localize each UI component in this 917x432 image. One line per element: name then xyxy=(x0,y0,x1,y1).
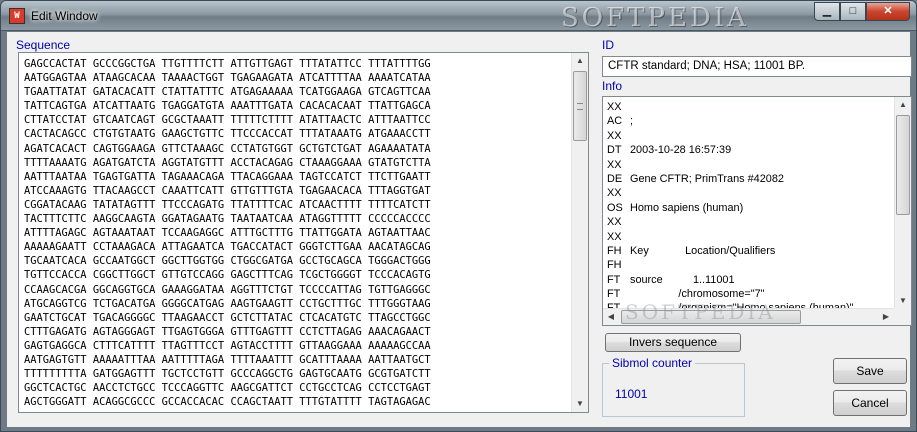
sequence-line: ATGCAGGTCG TCTGACATGA GGGGCATGAG AAGTGAA… xyxy=(24,297,431,310)
info-value: Gene CFTR; PrimTrans #42082 xyxy=(630,172,784,185)
info-value: Key Location/Qualifiers xyxy=(630,244,776,257)
id-field[interactable]: CFTR standard; DNA; HSA; 11001 BP. xyxy=(602,56,912,77)
info-value: Homo sapiens (human) xyxy=(630,201,744,214)
invert-sequence-button[interactable]: Invers sequence xyxy=(605,333,741,352)
info-value: source 1..11001 xyxy=(630,273,735,286)
info-row: XX xyxy=(603,230,893,244)
info-code: XX xyxy=(607,101,622,113)
sequence-line: ATCCAAAGTG TTACAAGCCT CAAATTCATT GTTGTTT… xyxy=(24,184,431,197)
info-code: XX xyxy=(607,230,622,243)
watermark-overlay: SOFTPEDIA xyxy=(625,300,776,324)
scroll-thumb[interactable] xyxy=(896,115,910,215)
sequence-line: TGCAATCACA GCCAATGGCT GGCTTGGTGG CTGGCGA… xyxy=(24,255,431,268)
sequence-line: AATTTAATAA TGAGTGATTA TAGAAACAGA TTACAGG… xyxy=(24,170,431,183)
info-value: ; xyxy=(630,115,634,128)
info-code: DT xyxy=(607,144,622,157)
info-code: FH xyxy=(607,244,622,257)
scroll-corner xyxy=(894,308,911,325)
scroll-down-icon[interactable]: ▼ xyxy=(572,396,588,412)
info-code: FT xyxy=(607,273,621,286)
sequence-label: Sequence xyxy=(16,38,71,52)
save-button[interactable]: Save xyxy=(833,358,907,384)
sequence-line: CACTACAGCC CTGTGTAATG GAAGCTGTTC TTCCCAC… xyxy=(24,128,431,141)
sequence-line: CGGATACAAG TATATAGTTT TTCCCAGATG TTATTTT… xyxy=(24,198,431,211)
watermark: SOFTPEDIA xyxy=(561,3,749,33)
info-code: AC xyxy=(607,115,623,128)
close-icon[interactable]: ✕ xyxy=(866,2,910,21)
sequence-line: TTTTTTTTTA GATGGAGTTT TGCTCCTGTT GCCCAGG… xyxy=(24,368,431,381)
sequence-line: TACTTTCTTC AAGGCAAGTA GGATAGAATG TAATAAT… xyxy=(24,213,431,226)
sequence-line: GGCTCACTGC AACCTCTGCC TCCCAGGTTC AAGCGAT… xyxy=(24,382,431,395)
sequence-line: GAATCTGCAT TGACAGGGGC TTAAGAACCT GCTCTTA… xyxy=(24,311,431,324)
sequence-line: TGAATTATAT GATACACATT CTATTATTTC ATGAGAA… xyxy=(24,86,431,99)
cancel-button[interactable]: Cancel xyxy=(833,390,907,416)
info-row: DE Gene CFTR; PrimTrans #42082 xyxy=(603,172,893,186)
info-value: 2003-10-28 16:57:39 xyxy=(630,144,732,157)
window-controls: ▁ □ ✕ xyxy=(814,2,910,22)
info-code: FT xyxy=(607,288,621,301)
scroll-up-icon[interactable]: ▲ xyxy=(572,53,588,69)
counter-label: Sibmol counter xyxy=(609,356,696,370)
edit-window: W Edit Window SOFTPEDIA ▁ □ ✕ Sequence G… xyxy=(0,0,917,432)
minimize-icon[interactable]: ▁ xyxy=(814,2,840,21)
app-icon: W xyxy=(9,8,25,24)
sequence-line: CCAAGCACGA GGCAGGTGCA GAAAGGATAA AGGTTTC… xyxy=(24,283,431,296)
client-area: Sequence GAGCCACTAT GCCCGGCTGA TTGTTTTCT… xyxy=(7,32,912,427)
sequence-line: AAAAAGAATT CCTAAAGACA ATTAGAATCA TGACCAT… xyxy=(24,241,431,254)
sequence-line: AATGAGTGTT AAAAATTTAA AATTTTTAGA TTTTAAA… xyxy=(24,353,431,366)
window-title: Edit Window xyxy=(31,9,98,23)
sequence-text[interactable]: GAGCCACTAT GCCCGGCTGA TTGTTTTCTT ATTGTTG… xyxy=(24,57,569,409)
info-code: FH xyxy=(607,259,622,272)
info-row: AC; xyxy=(603,114,893,128)
info-code: XX xyxy=(607,187,622,200)
scroll-thumb[interactable] xyxy=(573,71,587,141)
info-code: XX xyxy=(607,129,622,142)
info-row: XX xyxy=(603,186,893,200)
info-row: XX xyxy=(603,129,893,143)
sequence-line: AGATCACACT CAGTGGAAGA GTTCTAAAGC CCTATGT… xyxy=(24,142,431,155)
sequence-line: TTTTAAAATG AGATGATCTA AGGTATGTTT ACCTACA… xyxy=(24,156,431,169)
sequence-line: CTTATCCTAT GTCAATCAGT GCGCTAAATT TTTTTCT… xyxy=(24,114,431,127)
info-text[interactable]: XX AC; XX DT 2003-10-28 16:57:39 XX DE Gene CFT… xyxy=(603,100,893,310)
scroll-down-icon[interactable]: ▼ xyxy=(895,293,911,309)
title-bar[interactable]: W Edit Window SOFTPEDIA ▁ □ ✕ xyxy=(1,1,916,33)
sequence-line: GAGTGAGGCA CTTTCATTTT TTAGTTTCCT AGTACCT… xyxy=(24,339,431,352)
sequence-line: GAGCCACTAT GCCCGGCTGA TTGTTTTCTT ATTGTTG… xyxy=(24,58,431,70)
sequence-line: TGTTCCACCA CGGCTTGGCT GTTGTCCAGG GAGCTTT… xyxy=(24,269,431,282)
info-code: XX xyxy=(607,158,622,171)
sequence-scrollbar[interactable]: ▲ ▼ xyxy=(571,53,588,412)
sequence-textarea[interactable]: GAGCCACTAT GCCCGGCTGA TTGTTTTCTT ATTGTTG… xyxy=(18,52,589,413)
info-row: XX xyxy=(603,215,893,229)
info-vertical-scrollbar[interactable]: ▲ ▼ xyxy=(894,97,911,309)
info-code: OS xyxy=(607,201,623,214)
scroll-left-icon[interactable]: ◀ xyxy=(603,309,619,325)
info-row: FH xyxy=(603,258,893,272)
info-row: DT 2003-10-28 16:57:39 xyxy=(603,143,893,157)
sequence-line: CTTTGAGATG AGTAGGGAGT TTGAGTGGGA GTTTGAG… xyxy=(24,325,431,338)
sequence-line: AATGGAGTAA ATAAGCACAA TAAAACTGGT TGAGAAG… xyxy=(24,72,431,85)
id-label: ID xyxy=(602,38,614,52)
sequence-line: ATTTTAGAGC AGTAAATAAT TCCAAGAGGC ATTTGCT… xyxy=(24,227,431,240)
info-code: DE xyxy=(607,172,623,185)
counter-value: 11001 xyxy=(615,387,648,401)
sequence-line: TATTCAGTGA ATCATTAATG TGAGGATGTA AAATTTG… xyxy=(24,100,431,113)
info-row: FT source 1..11001 xyxy=(603,273,893,287)
counter-group: Sibmol counter 11001 xyxy=(602,356,745,417)
info-row: OS Homo sapiens (human) xyxy=(603,201,893,215)
info-code: XX xyxy=(607,216,622,229)
scroll-up-icon[interactable]: ▲ xyxy=(895,97,911,113)
sequence-line: AGCTGGGATT ACAGGCGCCC GCCACCACAC CCAGCTA… xyxy=(24,396,431,409)
scroll-right-icon[interactable]: ▶ xyxy=(878,309,894,325)
maximize-icon[interactable]: □ xyxy=(840,2,866,21)
info-textarea[interactable]: XX AC; XX DT 2003-10-28 16:57:39 XX DE Gene CFT… xyxy=(602,96,912,326)
info-row: XX xyxy=(603,158,893,172)
info-label: Info xyxy=(602,79,623,93)
info-row: FH Key Location/Qualifiers xyxy=(603,244,893,258)
info-row: XX xyxy=(603,100,893,114)
